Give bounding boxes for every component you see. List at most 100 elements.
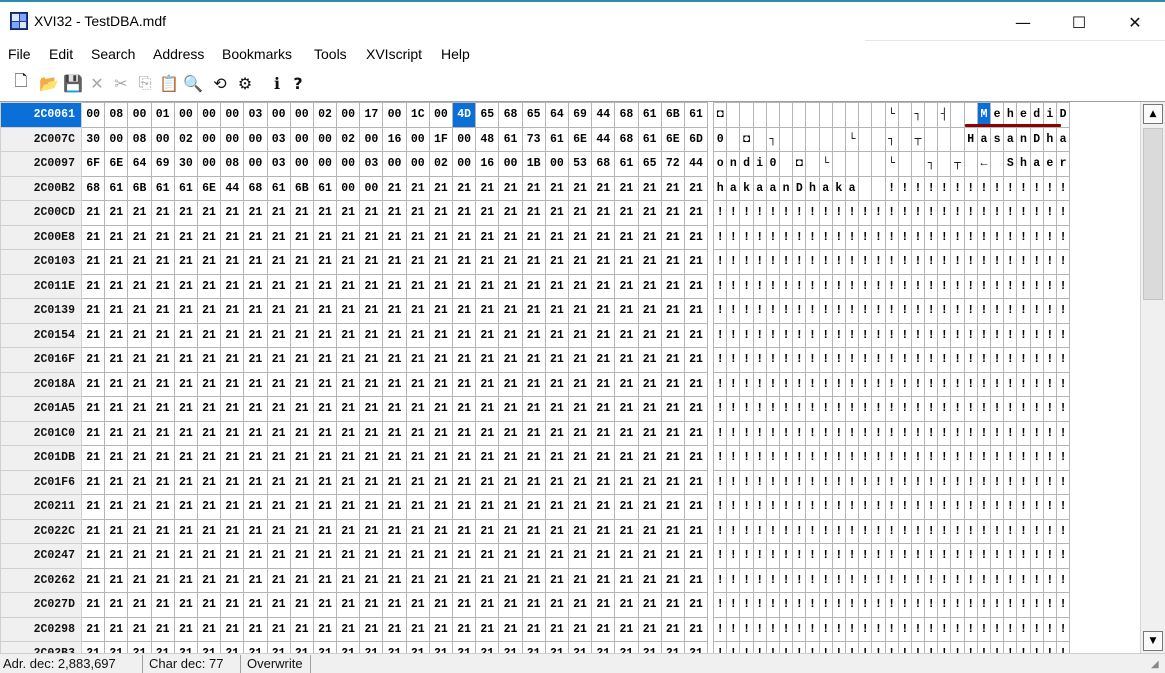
char-cell[interactable]: ! xyxy=(976,616,992,642)
char-cell[interactable]: ! xyxy=(989,445,1005,471)
char-cell[interactable]: ! xyxy=(1016,371,1031,397)
char-cell[interactable]: ! xyxy=(884,273,899,299)
char-cell[interactable]: ! xyxy=(884,469,899,495)
hex-cell[interactable]: 08 xyxy=(220,151,245,177)
char-cell[interactable]: ! xyxy=(805,322,820,348)
hex-cell[interactable]: 21 xyxy=(498,224,523,250)
hex-cell[interactable]: 21 xyxy=(405,273,430,299)
char-cell[interactable]: a xyxy=(752,175,767,201)
hex-cell[interactable]: 21 xyxy=(220,273,245,299)
char-cell[interactable]: ! xyxy=(1029,224,1044,250)
char-cell[interactable]: ! xyxy=(713,249,728,275)
hex-cell[interactable]: 21 xyxy=(359,469,384,495)
hex-cell[interactable]: 21 xyxy=(382,175,407,201)
char-cell[interactable]: ! xyxy=(963,518,978,544)
hex-cell[interactable]: 21 xyxy=(637,396,662,422)
char-cell[interactable]: ! xyxy=(792,469,807,495)
char-cell[interactable]: ! xyxy=(1055,616,1071,642)
hex-cell[interactable]: 21 xyxy=(660,298,685,324)
hex-cell[interactable]: 21 xyxy=(150,224,175,250)
char-cell[interactable]: ! xyxy=(989,249,1005,275)
hex-cell[interactable]: 21 xyxy=(428,469,454,495)
hex-cell[interactable]: 21 xyxy=(451,396,477,422)
char-cell[interactable]: ! xyxy=(765,371,781,397)
hex-cell[interactable]: 21 xyxy=(127,518,152,544)
hex-cell[interactable]: 21 xyxy=(336,592,361,618)
hex-cell[interactable]: 21 xyxy=(196,592,222,618)
hex-cell[interactable]: 21 xyxy=(405,200,430,226)
char-cell[interactable]: ! xyxy=(1003,420,1018,446)
char-cell[interactable]: ! xyxy=(765,347,781,373)
char-cell[interactable]: ┤ xyxy=(937,102,952,128)
hex-cell[interactable]: 00 xyxy=(196,102,222,128)
char-cell[interactable]: ! xyxy=(1042,175,1057,201)
hex-cell[interactable]: 21 xyxy=(475,249,500,275)
char-cell[interactable]: ! xyxy=(713,396,728,422)
char-cell[interactable]: ! xyxy=(924,592,939,618)
scroll-down-icon[interactable]: ▼ xyxy=(1143,631,1163,651)
hex-cell[interactable]: 21 xyxy=(382,322,407,348)
hex-cell[interactable]: 21 xyxy=(359,347,384,373)
hex-cell[interactable]: 21 xyxy=(312,273,338,299)
char-cell[interactable]: ! xyxy=(844,420,860,446)
char-cell[interactable]: ! xyxy=(989,494,1005,520)
char-cell[interactable]: ! xyxy=(963,224,978,250)
char-cell[interactable]: ! xyxy=(831,567,846,593)
char-cell[interactable]: ! xyxy=(1042,494,1057,520)
char-cell[interactable] xyxy=(871,175,886,201)
char-cell[interactable]: ! xyxy=(752,322,767,348)
hex-cell[interactable]: 03 xyxy=(243,102,268,128)
hex-cell[interactable]: 21 xyxy=(127,592,152,618)
char-cell[interactable]: ! xyxy=(897,494,912,520)
char-cell[interactable]: h xyxy=(1042,126,1057,152)
char-cell[interactable]: ! xyxy=(752,396,767,422)
char-cell[interactable] xyxy=(726,102,741,128)
hex-cell[interactable]: 00 xyxy=(266,102,291,128)
char-cell[interactable]: ! xyxy=(963,347,978,373)
hex-cell[interactable]: 21 xyxy=(614,200,639,226)
char-cell[interactable]: ! xyxy=(765,445,781,471)
char-cell[interactable]: ! xyxy=(818,322,833,348)
char-cell[interactable]: ! xyxy=(752,200,767,226)
char-cell[interactable]: ! xyxy=(778,396,794,422)
hex-cell[interactable]: 21 xyxy=(127,298,152,324)
char-cell[interactable]: ┐ xyxy=(884,126,899,152)
hex-cell[interactable]: 21 xyxy=(336,371,361,397)
char-cell[interactable]: ! xyxy=(884,249,899,275)
hex-cell[interactable]: 21 xyxy=(104,494,129,520)
hex-cell[interactable]: 69 xyxy=(567,102,593,128)
hex-cell[interactable]: 21 xyxy=(127,396,152,422)
char-cell[interactable]: ! xyxy=(910,567,926,593)
char-cell[interactable]: ┐ xyxy=(910,102,926,128)
hex-cell[interactable]: 21 xyxy=(359,518,384,544)
char-cell[interactable]: r xyxy=(1055,151,1071,177)
hex-cell[interactable]: 21 xyxy=(451,200,477,226)
hex-cell[interactable]: 21 xyxy=(451,322,477,348)
hex-cell[interactable]: 21 xyxy=(428,347,454,373)
hex-cell[interactable]: 21 xyxy=(521,616,546,642)
hex-cell[interactable]: 21 xyxy=(220,396,245,422)
char-cell[interactable]: ! xyxy=(910,592,926,618)
char-cell[interactable]: ! xyxy=(871,396,886,422)
char-cell[interactable]: ! xyxy=(726,592,741,618)
char-cell[interactable]: k xyxy=(739,175,754,201)
char-cell[interactable]: ! xyxy=(778,249,794,275)
hex-cell[interactable]: 21 xyxy=(637,371,662,397)
hex-cell[interactable]: 21 xyxy=(475,616,500,642)
char-cell[interactable]: ! xyxy=(950,592,965,618)
char-cell[interactable]: ! xyxy=(752,469,767,495)
char-cell[interactable]: ! xyxy=(1042,298,1057,324)
char-cell[interactable]: ! xyxy=(937,347,952,373)
hex-cell[interactable]: 21 xyxy=(614,469,639,495)
char-cell[interactable]: ! xyxy=(937,518,952,544)
char-cell[interactable]: ! xyxy=(1055,249,1071,275)
hex-cell[interactable]: 21 xyxy=(173,592,198,618)
char-cell[interactable]: ! xyxy=(805,200,820,226)
hex-cell[interactable]: 21 xyxy=(173,494,198,520)
char-cell[interactable]: ! xyxy=(963,494,978,520)
hex-cell[interactable]: 21 xyxy=(591,322,616,348)
hex-cell[interactable]: 21 xyxy=(312,298,338,324)
char-cell[interactable]: ! xyxy=(963,273,978,299)
hex-cell[interactable]: 21 xyxy=(591,298,616,324)
char-cell[interactable]: ! xyxy=(976,543,992,569)
